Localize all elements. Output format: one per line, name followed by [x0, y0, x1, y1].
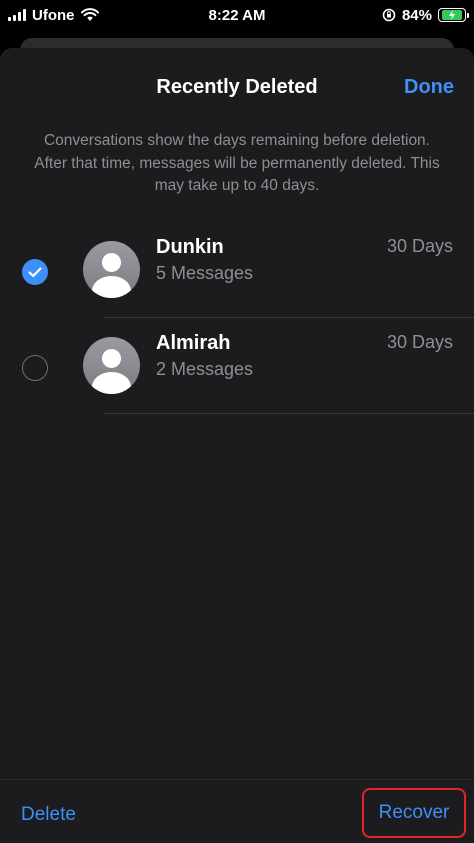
signal-icon — [8, 9, 26, 21]
conversation-row[interactable]: Dunkin 5 Messages 30 Days — [0, 222, 474, 318]
recover-button[interactable]: Recover — [362, 788, 466, 838]
done-button[interactable]: Done — [404, 76, 454, 99]
message-count: 5 Messages — [156, 263, 254, 283]
avatar — [83, 241, 140, 298]
sheet-header: Recently Deleted Done — [0, 48, 474, 124]
status-time: 8:22 AM — [208, 6, 266, 24]
status-left: Ufone — [8, 7, 99, 24]
message-count: 2 Messages — [156, 359, 254, 379]
days-remaining: 30 Days — [386, 236, 453, 256]
battery-percent: 84% — [401, 6, 432, 24]
contact-name: Almirah — [156, 332, 231, 354]
orientation-lock-icon — [382, 8, 396, 22]
avatar — [83, 337, 140, 394]
recently-deleted-sheet: Recently Deleted Done Conversations show… — [0, 48, 474, 843]
screen: Ufone 8:22 AM 84% Recently Deleted Done … — [0, 0, 474, 843]
conversation-list: Dunkin 5 Messages 30 Days Almirah 2 Mess… — [0, 222, 474, 414]
selected-checkbox[interactable] — [22, 259, 48, 285]
checkmark-icon — [28, 266, 42, 277]
status-right: 84% — [382, 6, 469, 24]
sheet-title: Recently Deleted — [156, 76, 318, 98]
battery-fill — [441, 10, 463, 20]
delete-button[interactable]: Delete — [21, 804, 76, 826]
status-bar: Ufone 8:22 AM 84% — [0, 0, 474, 30]
bottom-toolbar: Delete Recover — [0, 779, 474, 843]
contact-name: Dunkin — [156, 236, 224, 258]
wifi-icon — [80, 8, 99, 21]
conversation-row[interactable]: Almirah 2 Messages 30 Days — [0, 318, 474, 414]
info-text: Conversations show the days remaining be… — [34, 132, 440, 194]
unselected-checkbox[interactable] — [22, 355, 48, 381]
row-divider — [104, 413, 474, 414]
days-remaining: 30 Days — [386, 332, 453, 352]
battery-charging-icon — [438, 8, 469, 22]
carrier-label: Ufone — [32, 6, 75, 24]
